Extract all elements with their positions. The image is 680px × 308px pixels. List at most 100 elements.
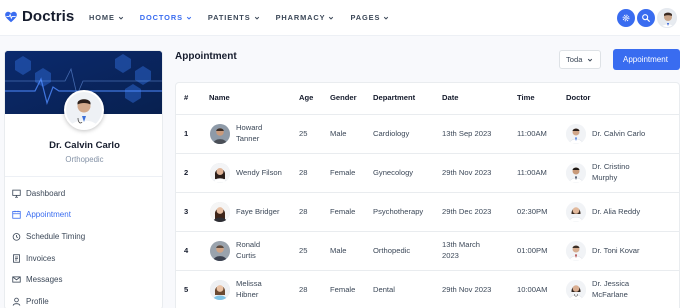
sidebar-divider (5, 176, 162, 177)
search-icon (642, 14, 650, 22)
appointment-table: # Name Age Gender Department Date Time D… (175, 82, 680, 308)
patient-avatar (210, 202, 230, 222)
patient-gender: Female (330, 207, 356, 216)
search-button[interactable] (637, 9, 655, 27)
doctor-avatar-image (66, 92, 102, 128)
doctor-photo (566, 241, 586, 261)
doctor-name: Dr. Jessica McFarlane (592, 279, 630, 299)
patient-photo (210, 241, 230, 261)
row-number: 5 (184, 285, 189, 294)
department: Gynecology (373, 168, 414, 177)
patient-photo (210, 124, 230, 144)
sidebar-item-schedule-timing[interactable]: Schedule Timing (12, 231, 85, 241)
department: Orthopedic (373, 246, 411, 255)
patient-gender: Female (330, 168, 356, 177)
nav-pages-label: PAGES (350, 13, 381, 22)
column-header: Date (442, 93, 459, 102)
avatar-image (658, 9, 676, 27)
row-number: 1 (184, 129, 189, 138)
doctor-photo (566, 202, 586, 222)
appointment-date: 29th Dec 2023 (442, 207, 492, 216)
chevron-down-icon (384, 16, 389, 20)
patient-name: Howard Tanner (236, 123, 263, 143)
chevron-down-icon (588, 58, 593, 62)
doctor-avatar (566, 241, 586, 261)
nav-pages[interactable]: PAGES (350, 13, 389, 22)
nav-home-label: HOME (89, 13, 115, 22)
row-number: 3 (184, 207, 189, 216)
sidebar-menu: Dashboard Appointment Schedule Timing In… (12, 188, 85, 308)
patient-avatar (210, 241, 230, 261)
nav-pharmacy-label: PHARMACY (275, 13, 326, 22)
column-header: Time (517, 93, 535, 102)
doctor-name: Dr. Calvin Carlo (592, 129, 646, 138)
patient-age: 28 (299, 285, 308, 294)
page-title: Appointment (175, 51, 237, 62)
sidebar-item-label: Invoices (26, 253, 56, 263)
table-row[interactable]: 2 Wendy Filson 28 Female Gynecology 29th… (176, 154, 679, 193)
nav-home[interactable]: HOME (89, 13, 124, 22)
patient-photo (210, 202, 230, 222)
patient-gender: Female (330, 285, 356, 294)
nav-doctors[interactable]: DOCTORS (140, 13, 192, 22)
appointment-time: 02:30PM (517, 207, 548, 216)
brand-logo[interactable]: Doctris (4, 8, 74, 25)
patient-name: Faye Bridger (236, 207, 280, 216)
nav-pharmacy[interactable]: PHARMACY (276, 13, 335, 22)
patient-age: 28 (299, 207, 308, 216)
patient-gender: Male (330, 129, 347, 138)
doctor-name: Dr. Alia Reddy (592, 207, 641, 216)
date-filter-select[interactable]: Toda (559, 50, 601, 69)
patient-name: Ronald Curtis (236, 240, 261, 260)
calendar-icon (12, 210, 21, 219)
doctor-avatar (566, 202, 586, 222)
column-header: Name (209, 93, 230, 102)
sidebar-item-invoices[interactable]: Invoices (12, 253, 85, 263)
mail-icon (12, 276, 21, 283)
row-number: 2 (184, 168, 189, 177)
column-header: # (184, 93, 189, 102)
table-row[interactable]: 5 Melissa Hibner 28 Female Dental 29th No… (176, 271, 679, 308)
patient-age: 25 (299, 129, 308, 138)
doctor-photo (566, 163, 586, 183)
patient-avatar (210, 280, 230, 300)
main-nav: HOME DOCTORS PATIENTS PHARMACY PAGES (89, 13, 405, 22)
sidebar-item-profile[interactable]: Profile (12, 296, 85, 306)
sidebar-item-dashboard[interactable]: Dashboard (12, 188, 85, 198)
sidebar-item-label: Schedule Timing (26, 231, 86, 241)
appointment-time: 10:00AM (517, 285, 548, 294)
settings-button[interactable] (617, 9, 635, 27)
doctor-photo (566, 280, 586, 300)
top-navbar: Doctris HOME DOCTORS PATIENTS PHARMACY P… (0, 0, 680, 36)
date-filter-value: Toda (566, 55, 583, 64)
user-icon (12, 297, 21, 306)
department: Cardiology (373, 129, 410, 138)
appointment-date: 29th Nov 2023 (442, 168, 492, 177)
doctor-name: Dr. Cristino Murphy (592, 162, 630, 182)
table-row[interactable]: 1 Howard Tanner 25 Male Cardiology 13th S… (176, 115, 679, 154)
appointment-date: 13th March 2023 (442, 240, 480, 260)
sidebar-item-appointment[interactable]: Appointment (12, 210, 85, 220)
patient-photo (210, 163, 230, 183)
column-header: Gender (330, 93, 357, 102)
table-row[interactable]: 3 Faye Bridger 28 Female Psychotherapy 2… (176, 193, 679, 232)
nav-patients[interactable]: PATIENTS (208, 13, 260, 22)
row-number: 4 (184, 246, 189, 255)
sidebar-item-messages[interactable]: Messages (12, 275, 85, 285)
appointment-time: 01:00PM (517, 246, 548, 255)
doctor-sidebar: Dr. Calvin Carlo Orthopedic Dashboard Ap… (4, 50, 163, 308)
department: Dental (373, 285, 395, 294)
patient-avatar (210, 124, 230, 144)
add-appointment-button[interactable]: Appointment (613, 49, 680, 70)
patient-gender: Male (330, 246, 347, 255)
user-avatar[interactable] (657, 8, 677, 28)
patient-name: Melissa Hibner (236, 279, 262, 299)
doctor-avatar (566, 280, 586, 300)
sidebar-item-label: Appointment (26, 210, 71, 220)
chevron-down-icon (118, 16, 123, 20)
sidebar-item-label: Profile (26, 296, 49, 306)
table-row[interactable]: 4 Ronald Curtis 25 Male Orthopedic 13th M… (176, 232, 679, 271)
doctor-name: Dr. Toni Kovar (592, 246, 640, 255)
sidebar-item-label: Dashboard (26, 188, 66, 198)
appointment-date: 13th Sep 2023 (442, 129, 492, 138)
